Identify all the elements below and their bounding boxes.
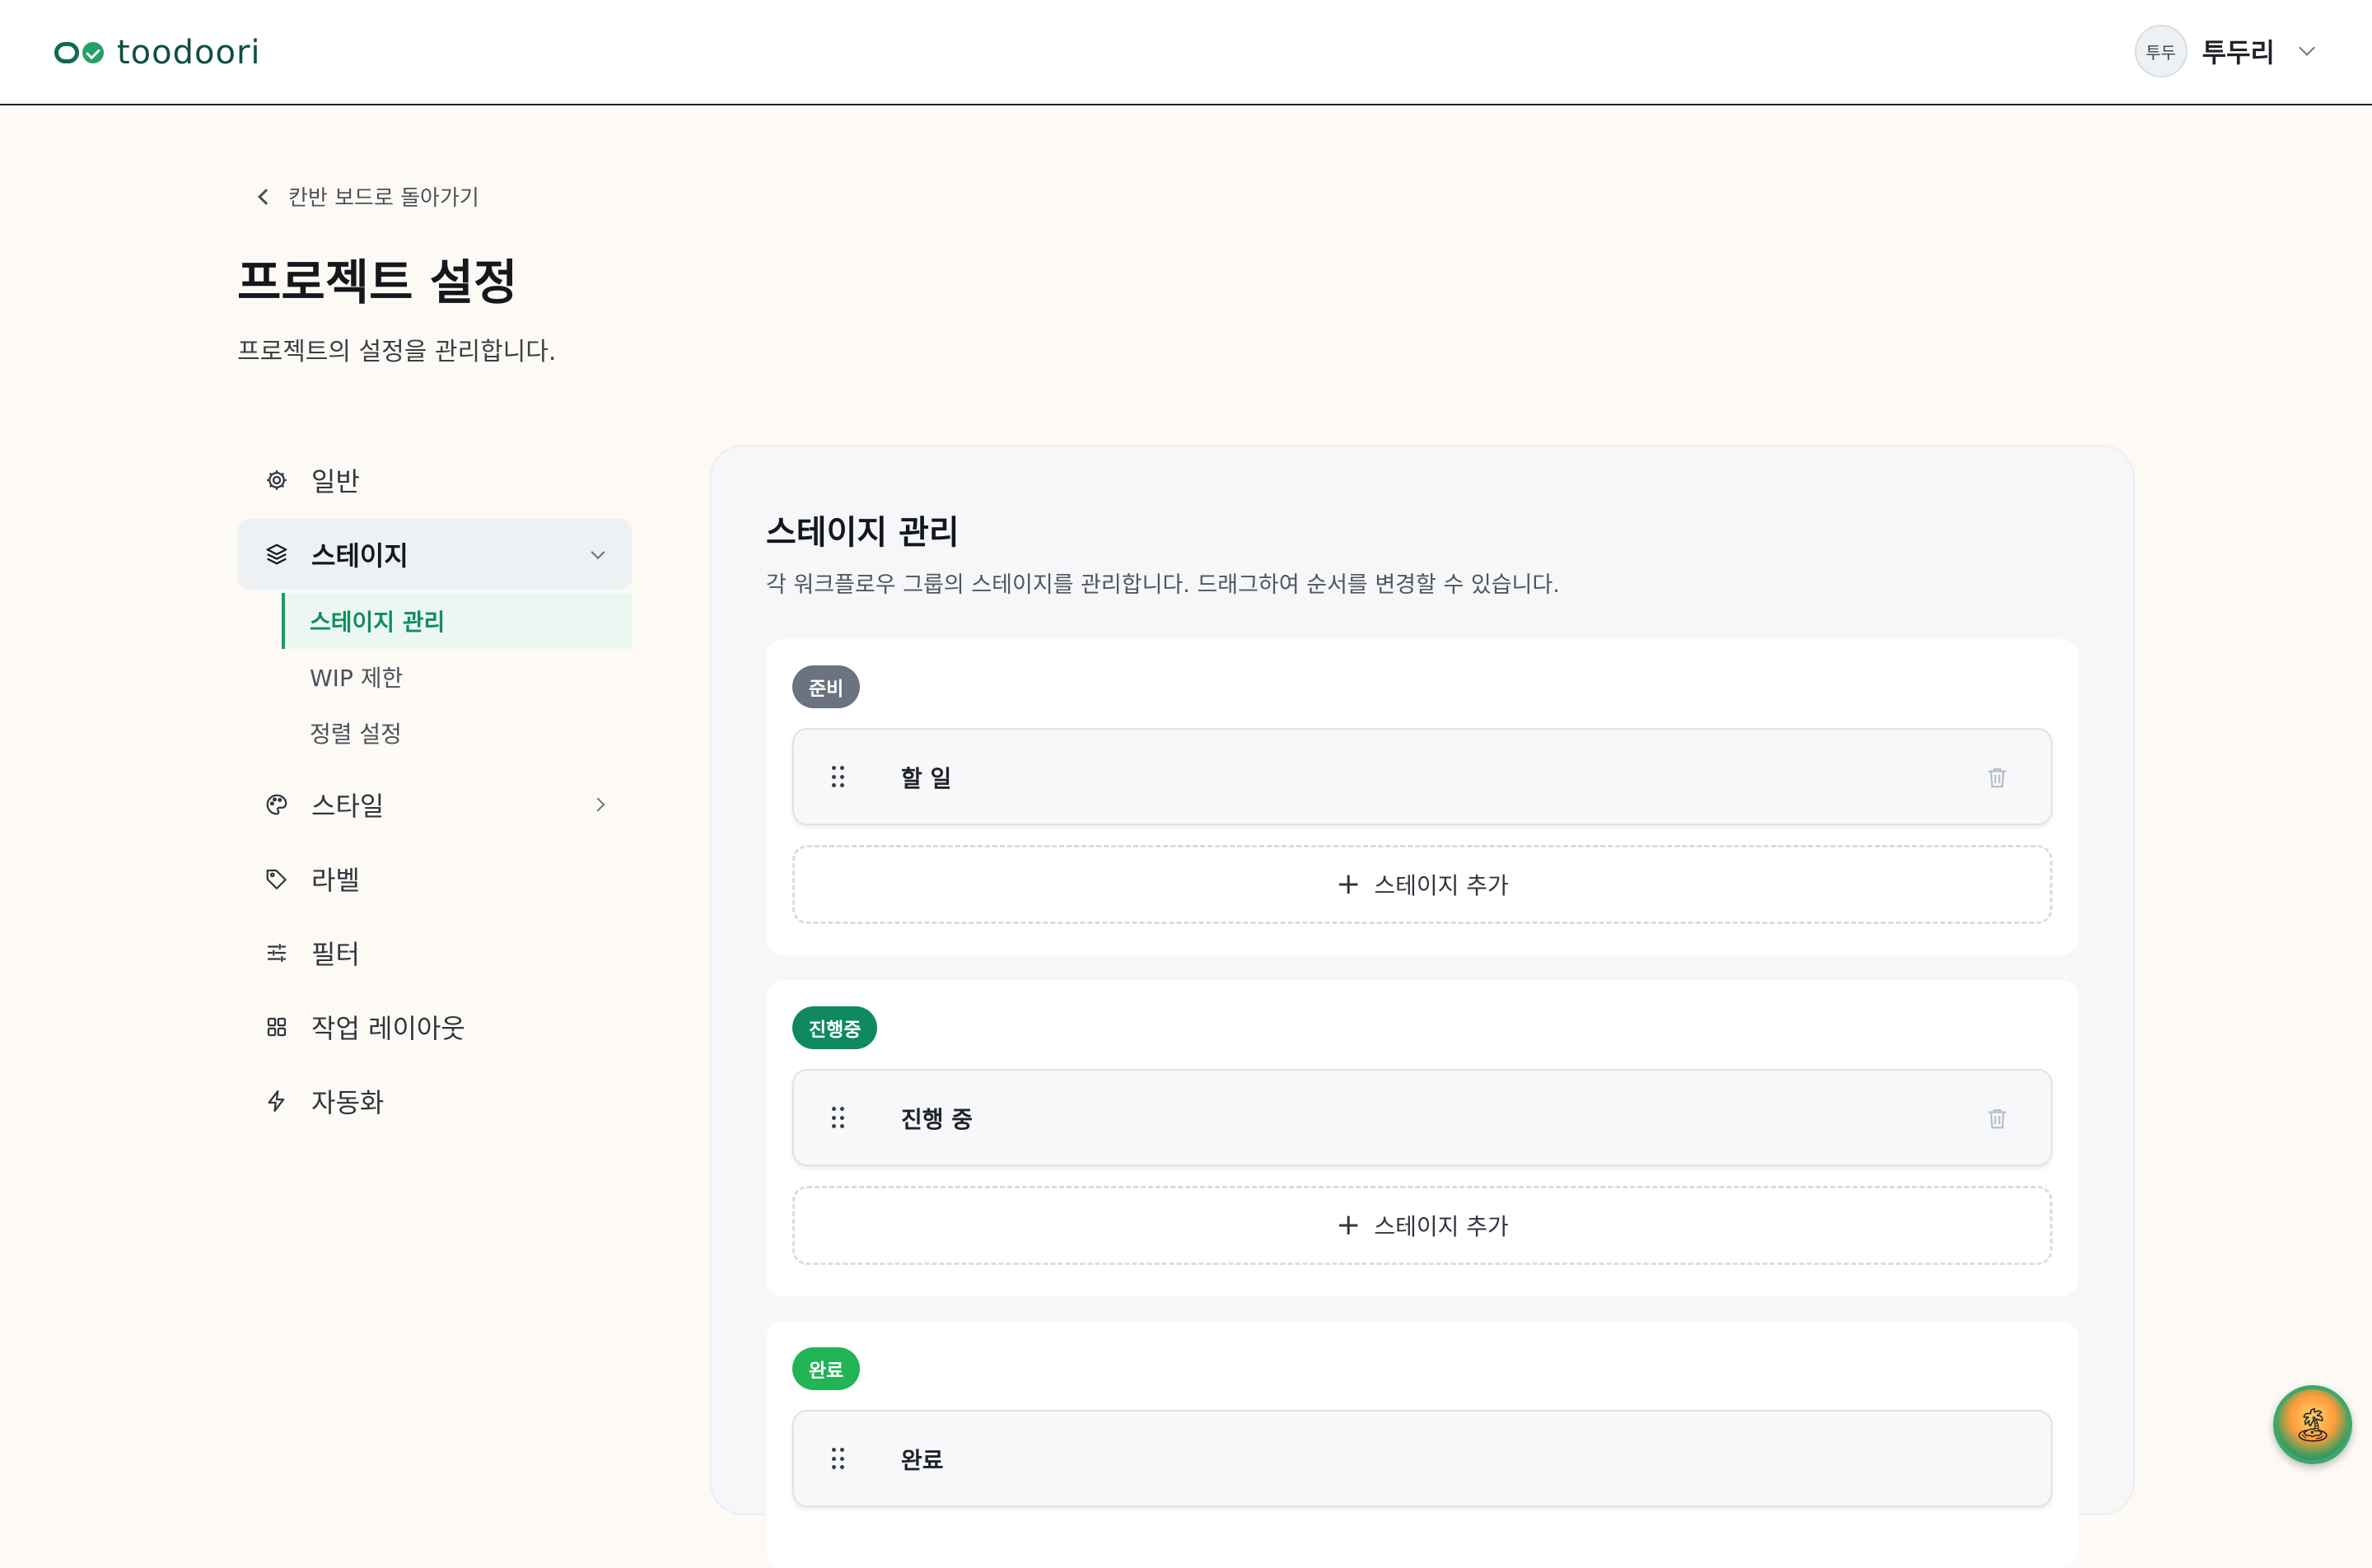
stage-management-card: 스테이지 관리 각 워크플로우 그룹의 스테이지를 관리합니다. 드래그하여 순… [710, 445, 2135, 1568]
sidebar-item-task-layout[interactable]: 작업 레이아웃 [237, 992, 633, 1062]
stages-submenu: 스테이지 관리 WIP 제한 정렬 설정 [282, 593, 633, 761]
trash-icon[interactable] [1985, 1105, 2010, 1135]
sliders-icon [264, 940, 290, 966]
logo-mark-icon [54, 42, 104, 63]
grid-icon [264, 1014, 290, 1040]
submenu-item-sort-settings[interactable]: 정렬 설정 [282, 705, 633, 761]
page-subtitle: 프로젝트의 설정을 관리합니다. [237, 338, 557, 366]
submenu-item-stage-management[interactable]: 스테이지 관리 [282, 593, 633, 649]
back-to-kanban-link[interactable]: 칸반 보드로 돌아가기 [258, 181, 479, 212]
sidebar-item-labels[interactable]: 라벨 [237, 843, 633, 914]
group-badge: 진행중 [792, 1006, 878, 1049]
sidebar-item-automation[interactable]: 자동화 [237, 1066, 633, 1136]
sidebar-item-label: 자동화 [311, 1087, 385, 1118]
stage-row[interactable]: 진행 중 [792, 1069, 2052, 1166]
sidebar-item-label: 일반 [311, 466, 360, 497]
stage-name: 할 일 [901, 765, 952, 792]
sidebar-item-general[interactable]: 일반 [237, 445, 633, 516]
workflow-group-in-progress: 진행중 진행 중 + 스테이지 추가 [766, 980, 2079, 1296]
plus-icon: + [1336, 867, 1361, 901]
add-stage-button[interactable]: + 스테이지 추가 [792, 845, 2052, 924]
chevron-down-icon [2299, 40, 2315, 56]
stage-name: 진행 중 [901, 1106, 974, 1133]
stage-name: 완료 [901, 1447, 944, 1474]
sidebar-item-label: 스테이지 [311, 540, 409, 572]
stage-row[interactable]: 할 일 [792, 728, 2052, 825]
layers-icon [264, 541, 290, 567]
sidebar-item-label: 작업 레이아웃 [311, 1013, 465, 1044]
user-menu[interactable]: 투두 투두리 [2134, 25, 2315, 77]
workflow-group-done: 완료 완료 [766, 1321, 2079, 1568]
palette-icon [264, 791, 290, 818]
stage-row[interactable]: 완료 [792, 1410, 2052, 1507]
app-logo[interactable]: toodoori [54, 31, 261, 74]
add-stage-label: 스테이지 추가 [1374, 872, 1509, 899]
avatar: 투두 [2134, 25, 2188, 77]
drag-handle-icon[interactable] [832, 766, 845, 789]
drag-handle-icon[interactable] [832, 1107, 845, 1130]
lightning-icon [264, 1088, 290, 1114]
sidebar-item-filter[interactable]: 필터 [237, 917, 633, 988]
section-title: 스테이지 관리 [766, 514, 960, 552]
gear-icon [264, 467, 290, 493]
assistant-launcher-button[interactable]: 🏝 [2273, 1385, 2352, 1464]
section-description: 각 워크플로우 그룹의 스테이지를 관리합니다. 드래그하여 순서를 변경할 수… [766, 572, 1560, 598]
sidebar-item-label: 스타일 [311, 791, 385, 822]
logo-text: toodoori [117, 34, 261, 72]
tag-icon [264, 866, 290, 892]
chevron-right-icon [591, 797, 605, 812]
plus-icon: + [1336, 1208, 1361, 1242]
trash-icon[interactable] [1985, 764, 2010, 794]
add-stage-label: 스테이지 추가 [1374, 1213, 1509, 1240]
submenu-item-wip-limit[interactable]: WIP 제한 [282, 649, 633, 705]
page-title: 프로젝트 설정 [237, 254, 518, 310]
chevron-down-icon [591, 545, 605, 560]
back-link-label: 칸반 보드로 돌아가기 [288, 186, 479, 211]
sidebar-item-label: 라벨 [311, 865, 360, 896]
top-header: toodoori 투두 투두리 [0, 0, 2372, 105]
island-icon: 🏝 [2291, 1406, 2334, 1444]
group-badge: 완료 [792, 1347, 861, 1390]
workflow-group-ready: 준비 할 일 + 스테이지 추가 [766, 639, 2079, 955]
drag-handle-icon[interactable] [832, 1448, 845, 1471]
user-name: 투두리 [2202, 37, 2275, 68]
group-badge: 준비 [792, 665, 861, 708]
sidebar-item-label: 필터 [311, 939, 360, 970]
sidebar-item-stages[interactable]: 스테이지 [237, 519, 633, 590]
sidebar-item-style[interactable]: 스타일 [237, 769, 633, 840]
settings-sidebar: 일반 스테이지 스테이지 관리 WIP 제한 정렬 설정 스타일 라벨 필터 작… [237, 445, 633, 1140]
chevron-left-icon [258, 188, 274, 205]
add-stage-button[interactable]: + 스테이지 추가 [792, 1186, 2052, 1265]
